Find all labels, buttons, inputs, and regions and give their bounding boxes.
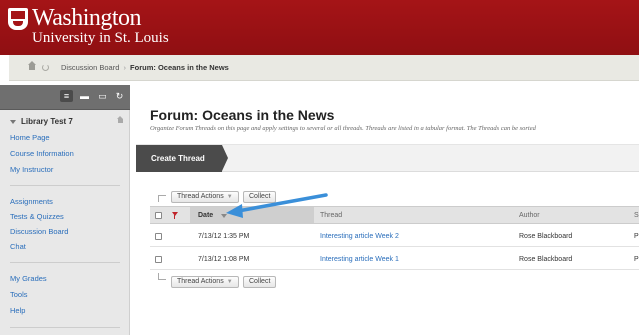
column-thread[interactable]: Thread [320, 212, 342, 219]
sidebar-item-assignments[interactable]: Assignments [10, 197, 53, 206]
breadcrumb-bar: Discussion Board › Forum: Oceans in the … [9, 55, 639, 81]
window-icon[interactable]: ▭ [96, 90, 109, 102]
sort-desc-icon[interactable] [221, 214, 227, 218]
sidebar-item-help[interactable]: Help [10, 306, 25, 315]
breadcrumb-discussion-board[interactable]: Discussion Board [61, 63, 119, 72]
sidebar-item-my-grades[interactable]: My Grades [10, 274, 47, 283]
course-title[interactable]: Library Test 7 [10, 117, 73, 126]
sidebar-item-my-instructor[interactable]: My Instructor [10, 165, 53, 174]
page-description: Organize Forum Threads on this page and … [150, 125, 536, 132]
thread-link[interactable]: Interesting article Week 2 [320, 233, 399, 240]
action-bar: Create Thread [136, 144, 639, 172]
menu-divider [10, 262, 120, 263]
university-header: Washington University in St. Louis [0, 0, 639, 55]
breadcrumb-separator: › [123, 63, 126, 72]
sidebar-item-home-page[interactable]: Home Page [10, 133, 50, 142]
sidebar-item-tools[interactable]: Tools [10, 290, 28, 299]
course-menu: ≡ ▬ ▭ ↻ Library Test 7 Home Page Course … [0, 85, 130, 335]
sidebar-item-course-information[interactable]: Course Information [10, 149, 74, 158]
flag-icon[interactable] [172, 212, 178, 219]
create-thread-button[interactable]: Create Thread [136, 145, 228, 172]
menu-divider [10, 327, 120, 328]
page-title: Forum: Oceans in the News [150, 107, 335, 123]
thread-actions-button-top[interactable]: Thread Actions ▼ [171, 191, 239, 203]
row-author: Rose Blackboard [519, 233, 573, 240]
row-date: 7/13/12 1:08 PM [198, 256, 250, 263]
course-home-icon[interactable] [117, 116, 124, 125]
row-checkbox[interactable] [155, 233, 162, 240]
row-status: P [634, 256, 639, 263]
row-date: 7/13/12 1:35 PM [198, 233, 250, 240]
column-date[interactable]: Date [198, 212, 213, 219]
logo-subtitle: University in St. Louis [32, 30, 169, 46]
dropdown-icon: ▼ [226, 279, 233, 285]
table-row: 7/13/12 1:35 PM Interesting article Week… [150, 225, 639, 247]
sidebar-item-tests-quizzes[interactable]: Tests & Quizzes [10, 212, 64, 221]
column-author[interactable]: Author [519, 212, 540, 219]
thread-link[interactable]: Interesting article Week 1 [320, 256, 399, 263]
thread-actions-button-bottom[interactable]: Thread Actions ▼ [171, 276, 239, 288]
refresh-icon[interactable] [42, 64, 49, 71]
select-all-checkbox[interactable] [155, 212, 162, 219]
list-view-icon[interactable]: ≡ [60, 90, 73, 102]
shield-icon [8, 8, 28, 30]
menu-toolbar: ≡ ▬ ▭ ↻ [0, 85, 130, 110]
menu-divider [10, 185, 120, 186]
collect-button-bottom[interactable]: Collect [243, 276, 277, 288]
university-logo[interactable]: Washington University in St. Louis [8, 6, 169, 46]
home-icon[interactable] [28, 61, 36, 71]
table-header: Date Thread Author S [150, 206, 639, 224]
collapse-triangle-icon[interactable] [10, 119, 16, 124]
sidebar-item-chat[interactable]: Chat [10, 242, 26, 251]
table-row: 7/13/12 1:08 PM Interesting article Week… [150, 248, 639, 270]
refresh-menu-icon[interactable]: ↻ [113, 90, 126, 102]
dropdown-icon: ▼ [226, 194, 233, 200]
row-status: P [634, 233, 639, 240]
breadcrumb: Discussion Board › Forum: Oceans in the … [61, 63, 229, 72]
logo-wordmark: Washington [32, 5, 142, 31]
select-arrow-icon [158, 195, 166, 202]
row-checkbox[interactable] [155, 256, 162, 263]
breadcrumb-current: Forum: Oceans in the News [130, 63, 229, 72]
column-status[interactable]: S [634, 212, 639, 219]
select-arrow-icon [158, 273, 166, 280]
collect-button-top[interactable]: Collect [243, 191, 277, 203]
sidebar-item-discussion-board[interactable]: Discussion Board [10, 227, 68, 236]
row-author: Rose Blackboard [519, 256, 573, 263]
folder-view-icon[interactable]: ▬ [78, 90, 91, 102]
